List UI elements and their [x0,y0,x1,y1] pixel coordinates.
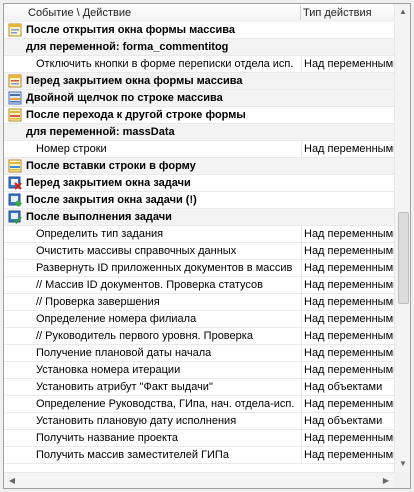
action-row[interactable]: Развернуть ID приложенных документов в м… [4,260,394,277]
scroll-down-icon[interactable]: ▼ [395,456,410,472]
event-label: для переменной: massData [26,126,175,138]
action-type: Над переменными [301,141,394,157]
action-label: Отключить кнопки в форме переписки отдел… [36,58,294,70]
column-header-event-action[interactable]: Событие \ Действие [28,4,298,22]
action-row[interactable]: Получить массив заместителей ГИПа Над пер… [4,447,394,464]
action-row[interactable]: Получить название проекта Над переменными [4,430,394,447]
event-label: После открытия окна формы массива [26,24,235,36]
action-label: Получить название проекта [36,432,179,444]
event-label: После закрытия окна задачи (!) [26,194,197,206]
action-label: // Руководитель первого уровня. Проверка [36,330,253,342]
action-label: Очистить массивы справочных данных [36,245,237,257]
double-click-icon [8,91,22,105]
action-type: Над переменными [301,362,394,378]
scroll-up-icon[interactable]: ▲ [395,4,410,20]
action-row[interactable]: Установить атрибут "Факт выдачи" Над объе… [4,379,394,396]
action-label: // Проверка завершения [36,296,160,308]
action-row[interactable]: Номер строки Над переменными [4,141,394,158]
action-row[interactable]: // Проверка завершения Над переменными [4,294,394,311]
action-label: Номер строки [36,143,107,155]
action-label: // Массив ID документов. Проверка статус… [36,279,264,291]
form-open-icon [8,23,22,37]
scroll-left-icon[interactable]: ◀ [4,473,20,488]
scroll-right-icon[interactable]: ▶ [378,473,394,488]
event-label: После перехода к другой строке формы [26,109,246,121]
action-row[interactable]: Определение Руководства, ГИпа, нач. отде… [4,396,394,413]
action-label: Развернуть ID приложенных документов в м… [36,262,293,274]
action-row[interactable]: // Массив ID документов. Проверка статус… [4,277,394,294]
action-type: Над переменными [301,243,394,259]
action-row[interactable]: // Руководитель первого уровня. Проверка… [4,328,394,345]
action-row[interactable]: Определить тип задания Над переменными [4,226,394,243]
event-label: После выполнения задачи [26,211,172,223]
event-label: Перед закрытием окна задачи [26,177,191,189]
action-type: Над переменными [301,396,394,412]
action-label: Установить атрибут "Факт выдачи" [36,381,213,393]
event-row[interactable]: Перед закрытием окна задачи [4,175,394,192]
event-row[interactable]: для переменной: forma_commentitog [4,39,394,56]
action-type: Над переменными [301,328,394,344]
action-type: Над объектами [301,413,394,429]
event-row[interactable]: Перед закрытием окна формы массива [4,73,394,90]
action-type: Над переменными [301,56,394,72]
column-header-action-type[interactable]: Тип действия [303,4,393,22]
form-close-icon [8,74,22,88]
task-close-icon [8,176,22,190]
event-row[interactable]: После открытия окна формы массива [4,22,394,39]
grid-header: Событие \ Действие Тип действия [4,4,394,23]
row-insert-icon [8,159,22,173]
action-row[interactable]: Определение номера филиала Над переменным… [4,311,394,328]
event-row[interactable]: После закрытия окна задачи (!) [4,192,394,209]
scroll-corner [394,472,410,488]
action-type: Над переменными [301,277,394,293]
grid-rows: После открытия окна формы массива для пер… [4,22,394,464]
event-label: После вставки строки в форму [26,160,196,172]
event-label: для переменной: forma_commentitog [26,41,229,53]
event-row[interactable]: После перехода к другой строке формы [4,107,394,124]
horizontal-scrollbar[interactable]: ◀ ▶ [4,472,394,488]
action-row[interactable]: Установить плановую дату исполнения Над о… [4,413,394,430]
action-row[interactable]: Очистить массивы справочных данных Над пе… [4,243,394,260]
events-actions-grid: Событие \ Действие Тип действия После от… [3,3,411,489]
action-label: Определить тип задания [36,228,164,240]
action-type: Над переменными [301,226,394,242]
event-row[interactable]: После выполнения задачи [4,209,394,226]
action-type: Над объектами [301,379,394,395]
action-type: Над переменными [301,294,394,310]
event-label: Перед закрытием окна формы массива [26,75,243,87]
action-label: Определение Руководства, ГИпа, нач. отде… [36,398,295,410]
event-row[interactable]: После вставки строки в форму [4,158,394,175]
event-row[interactable]: Двойной щелчок по строке массива [4,90,394,107]
action-type: Над переменными [301,345,394,361]
action-row[interactable]: Получение плановой даты начала Над переме… [4,345,394,362]
action-row[interactable]: Установка номера итерации Над переменными [4,362,394,379]
task-done-icon [8,210,22,224]
action-type: Над переменными [301,447,394,463]
vertical-scrollbar[interactable]: ▲ ▼ [394,4,410,488]
action-label: Установить плановую дату исполнения [36,415,237,427]
task-closed-icon [8,193,22,207]
event-label: Двойной щелчок по строке массива [26,92,223,104]
action-row[interactable]: Отключить кнопки в форме переписки отдел… [4,56,394,73]
row-move-icon [8,108,22,122]
action-label: Получить массив заместителей ГИПа [36,449,229,461]
action-label: Установка номера итерации [36,364,181,376]
action-label: Получение плановой даты начала [36,347,212,359]
action-type: Над переменными [301,311,394,327]
scroll-thumb[interactable] [398,212,409,304]
action-label: Определение номера филиала [36,313,197,325]
action-type: Над переменными [301,260,394,276]
action-type: Над переменными [301,430,394,446]
event-row[interactable]: для переменной: massData [4,124,394,141]
